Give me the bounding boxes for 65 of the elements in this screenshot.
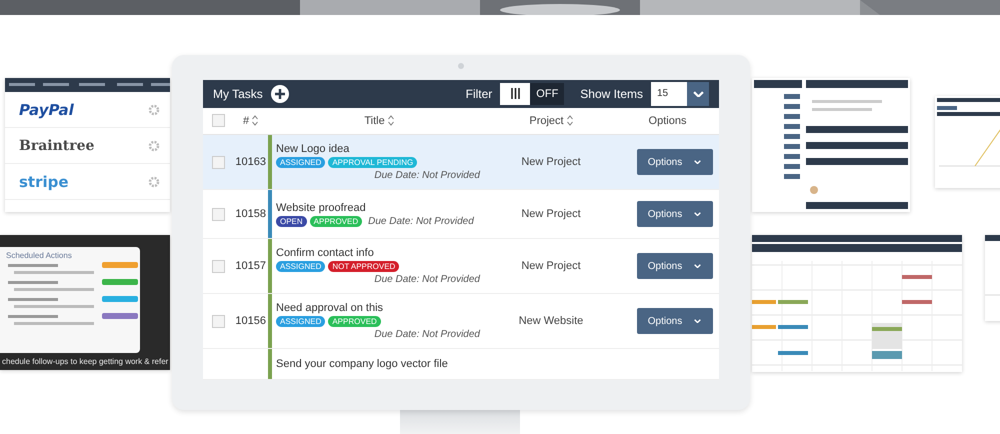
panel-title: My Tasks (213, 86, 263, 101)
task-row[interactable]: Send your company logo vector file (203, 349, 719, 380)
caret-icon (694, 160, 702, 164)
caret-icon (694, 212, 702, 216)
task-title[interactable]: Confirm contact info (276, 247, 486, 259)
task-title[interactable]: Need approval on this (276, 302, 486, 314)
column-header[interactable]: Project (486, 114, 616, 127)
grip-icon (510, 88, 520, 100)
task-title[interactable]: New Logo idea (276, 143, 486, 155)
task-number: 10163 (234, 156, 267, 168)
caret-icon (694, 264, 702, 268)
task-title[interactable]: Send your company logo vector file (276, 358, 486, 370)
column-header[interactable]: Title (272, 114, 486, 127)
due-date: Due Date: Not Provided (374, 274, 480, 285)
options-button[interactable]: Options (636, 253, 712, 279)
task-title[interactable]: Website proofread (276, 202, 486, 214)
provider-logo: Braintree (19, 138, 94, 154)
due-date: Due Date: Not Provided (374, 170, 480, 181)
options-button[interactable]: Options (636, 201, 712, 227)
project-name: New Project (520, 156, 582, 168)
project-name: New Project (520, 260, 582, 272)
show-items-label: Show Items (580, 86, 643, 101)
status-tag: NOT APPROVED (328, 261, 400, 272)
status-tag: ASSIGNED (276, 261, 326, 272)
gear-icon[interactable] (148, 140, 160, 152)
gear-icon[interactable] (148, 104, 160, 116)
select-all-checkbox[interactable] (212, 114, 224, 128)
provider-logo: stripe (19, 172, 69, 190)
task-row[interactable]: 10156 Need approval on this ASSIGNED APPROVED Due Date: Not Provided New Website Options (203, 294, 719, 349)
caret-icon (692, 90, 704, 98)
task-row[interactable]: 10157 Confirm contact info ASSIGNED NOT APPROVED Due Date: Not Provided New Project Options (203, 239, 719, 294)
status-tag: OPEN (276, 216, 307, 226)
row-checkbox[interactable] (212, 156, 224, 168)
task-number: 10156 (234, 315, 267, 327)
filter-toggle[interactable]: OFF (500, 82, 564, 105)
status-tag: APPROVAL PENDING (328, 157, 418, 168)
status-tag: ASSIGNED (276, 316, 326, 327)
gear-icon[interactable] (148, 176, 160, 188)
column-header[interactable]: # (233, 114, 268, 127)
camera-icon (458, 63, 464, 69)
column-header[interactable]: Options (616, 114, 719, 127)
due-date: Due Date: Not Provided (368, 216, 474, 226)
task-number: 10157 (234, 260, 267, 272)
task-number: 10158 (234, 208, 267, 220)
status-tag: APPROVED (328, 316, 381, 327)
status-tag: APPROVED (310, 216, 362, 226)
add-icon[interactable] (270, 84, 289, 103)
row-checkbox[interactable] (212, 314, 224, 328)
sort-icon[interactable] (566, 115, 573, 126)
status-tag: ASSIGNED (276, 157, 326, 168)
caret-icon (694, 318, 702, 324)
caption: chedule follow-ups to keep getting work & refer (1, 356, 170, 368)
filter-label: Filter (466, 86, 492, 101)
task-row[interactable]: 10163 New Logo idea ASSIGNED APPROVAL PENDING Due Date: Not Provided New Project Options (203, 135, 719, 190)
sort-icon[interactable] (252, 115, 258, 126)
panel-title: Scheduled Actions (6, 251, 73, 260)
options-button[interactable]: Options (636, 149, 712, 175)
provider-logo: PayPal (19, 100, 74, 118)
options-button[interactable]: Options (636, 308, 712, 334)
row-checkbox[interactable] (212, 208, 224, 220)
project-name: New Project (520, 208, 582, 220)
project-name: New Website (518, 315, 584, 327)
sort-icon[interactable] (388, 115, 394, 126)
due-date: Due Date: Not Provided (374, 329, 480, 340)
row-checkbox[interactable] (212, 260, 224, 272)
